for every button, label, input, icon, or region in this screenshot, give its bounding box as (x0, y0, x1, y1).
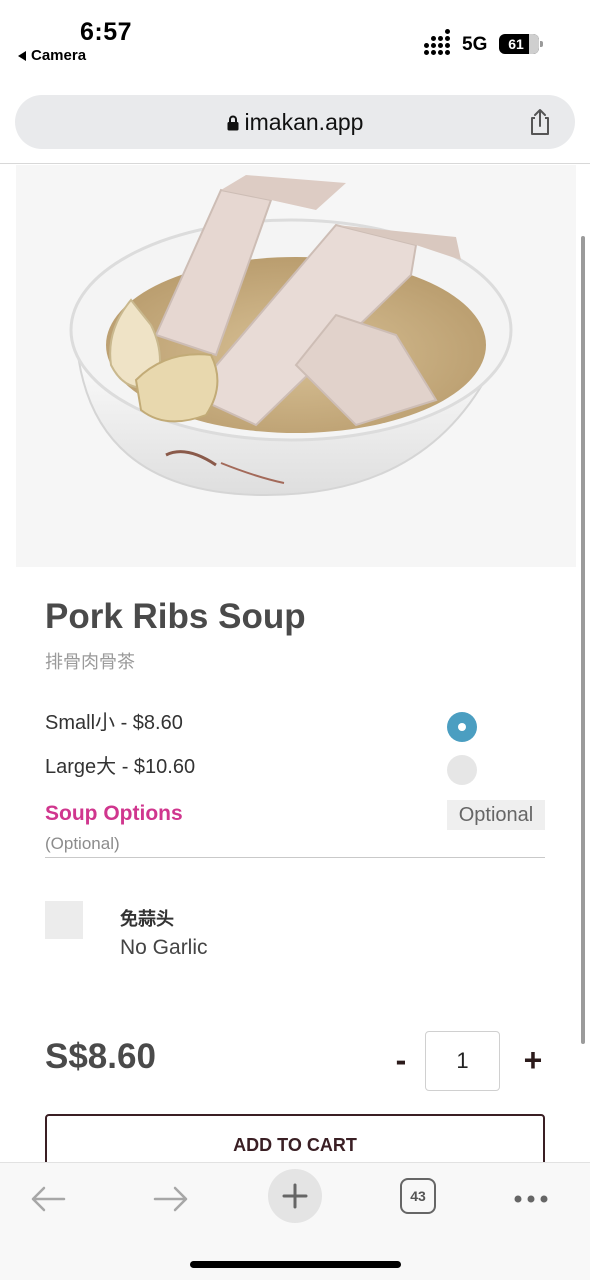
more-button[interactable] (503, 1177, 559, 1221)
no-garlic-label-en[interactable]: No Garlic (120, 936, 208, 960)
home-indicator[interactable] (190, 1261, 401, 1268)
options-group-title: Soup Options (45, 802, 183, 825)
quantity-increase-button[interactable]: + (517, 1040, 549, 1080)
size-option-small[interactable]: Small小 - $8.60 (45, 706, 183, 735)
soup-bowl-illustration (69, 175, 513, 497)
new-tab-button[interactable] (268, 1169, 322, 1223)
no-garlic-label-cn[interactable]: 免蒜头 (120, 905, 174, 931)
address-bar[interactable]: imakan.app (15, 95, 575, 149)
back-triangle-icon (18, 50, 26, 61)
toolbar-divider (0, 163, 590, 164)
back-to-app-link[interactable]: Camera (18, 47, 86, 64)
options-divider (45, 857, 545, 858)
battery-icon: 61 (499, 34, 543, 54)
optional-badge: Optional (447, 800, 545, 830)
size-option-large[interactable]: Large大 - $10.60 (45, 750, 195, 779)
total-price: S$8.60 (45, 1037, 156, 1076)
forward-button[interactable] (143, 1177, 199, 1221)
back-arrow-icon (31, 1186, 66, 1212)
network-type: 5G (462, 34, 488, 55)
size-radio-large[interactable] (447, 755, 477, 785)
product-title: Pork Ribs Soup (45, 597, 306, 636)
back-app-label: Camera (31, 47, 87, 64)
forward-arrow-icon (153, 1186, 188, 1212)
status-time: 6:57 (80, 18, 133, 46)
url-text: imakan.app (244, 108, 364, 135)
quantity-input[interactable] (425, 1031, 500, 1091)
share-icon[interactable] (525, 107, 555, 137)
product-subtitle: 排骨肉骨茶 (45, 652, 135, 672)
scroll-indicator[interactable] (581, 236, 585, 1044)
tabs-button[interactable]: 43 (400, 1178, 436, 1214)
more-icon (514, 1195, 548, 1203)
battery-level: 61 (508, 36, 524, 52)
quantity-decrease-button[interactable]: - (386, 1040, 416, 1080)
signal-icon (424, 29, 450, 55)
no-garlic-checkbox[interactable] (45, 901, 83, 939)
plus-icon (282, 1183, 308, 1209)
status-bar: 6:57 Camera 5G 61 (0, 0, 590, 80)
size-radio-small[interactable] (447, 712, 477, 742)
lock-icon (227, 115, 239, 131)
back-button[interactable] (20, 1177, 76, 1221)
options-group-subtitle: (Optional) (45, 834, 120, 853)
product-image (16, 165, 576, 567)
